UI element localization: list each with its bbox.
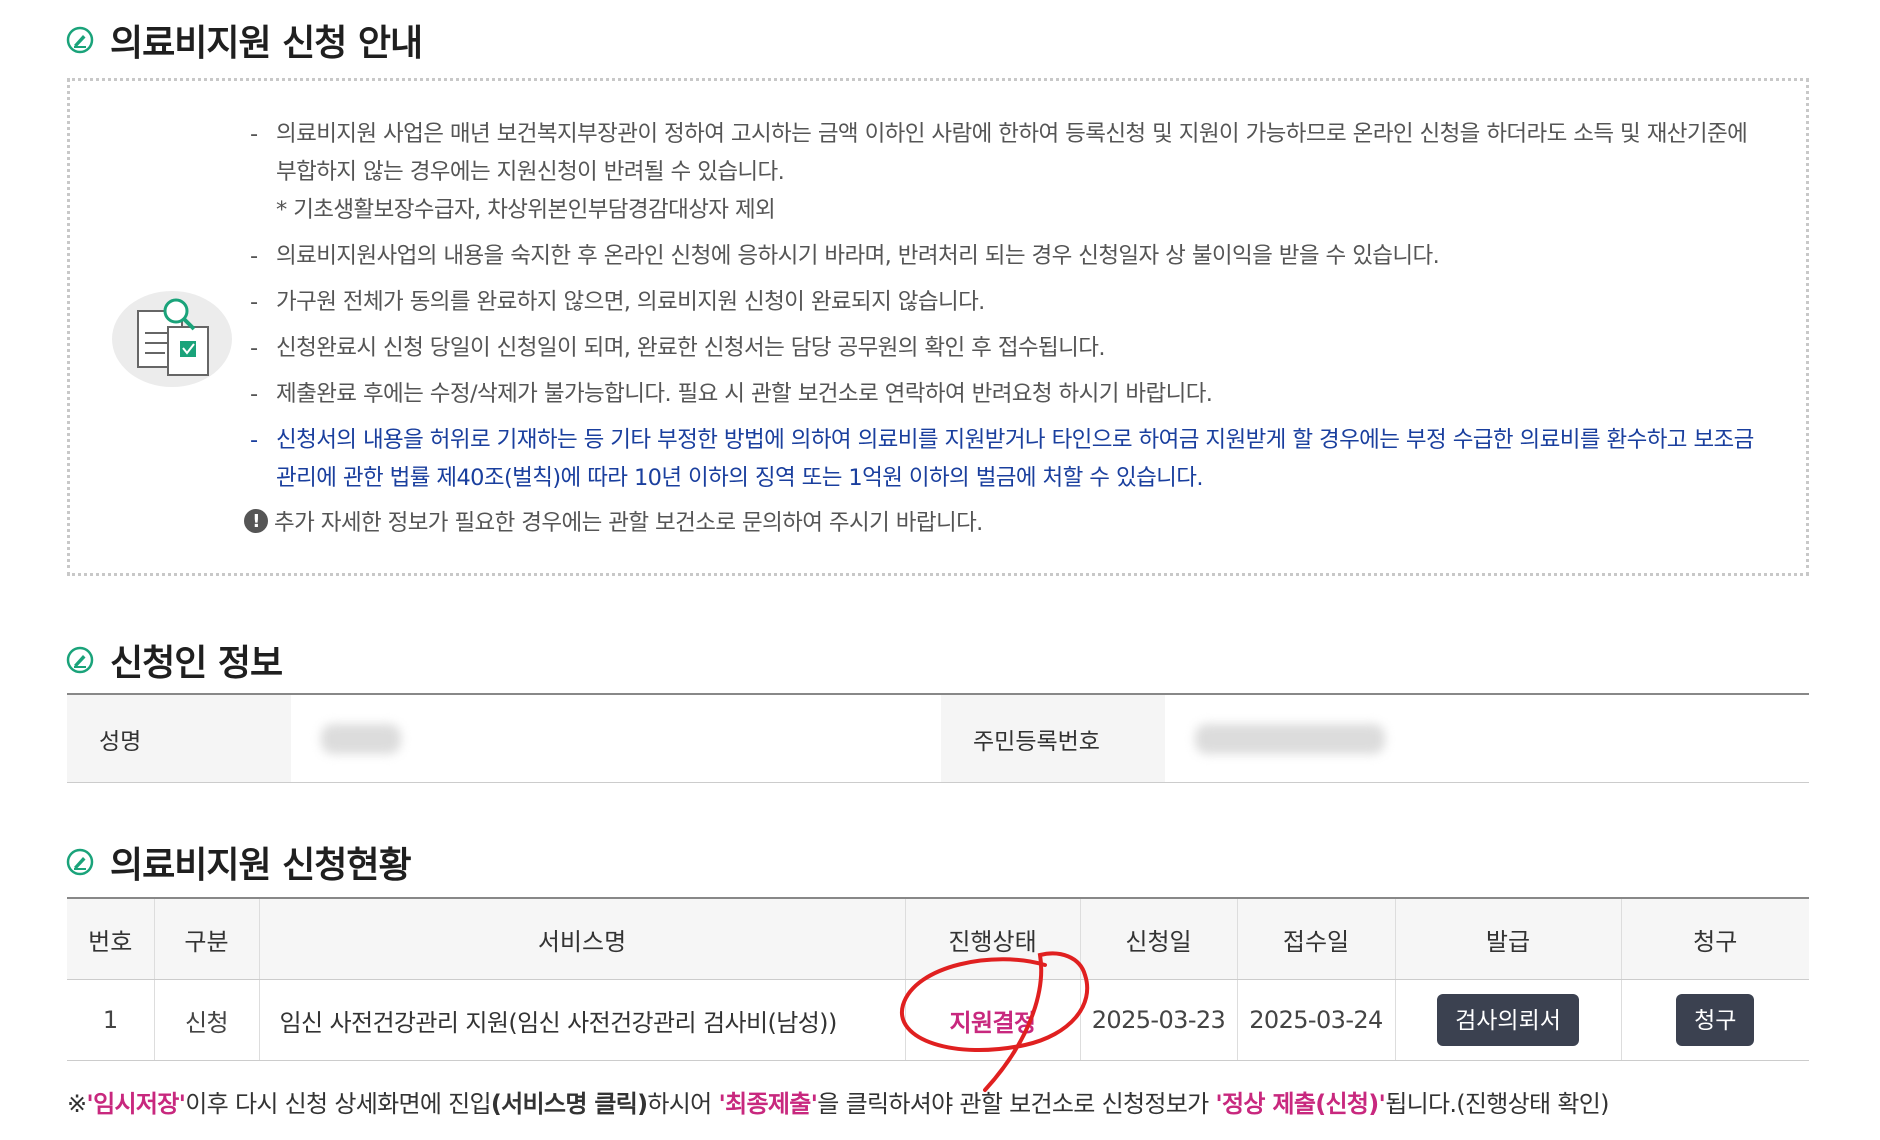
table-header-row: 번호 구분 서비스명 진행상태 신청일 접수일 발급 청구 <box>67 897 1809 980</box>
redacted-id-number <box>1195 723 1385 754</box>
col-header: 청구 <box>1620 897 1809 980</box>
notice-box: - 의료비지원 사업은 매년 보건복지부장관이 정하여 고시하는 금액 이하인 … <box>67 78 1809 576</box>
col-header: 번호 <box>67 897 154 980</box>
notice-title-text: 의료비지원 신청 안내 <box>110 23 423 64</box>
notice-item: - 제출완료 후에는 수정/삭제가 불가능합니다. 필요 시 관할 보건소로 연락… <box>250 381 1213 407</box>
receipt-date: 2025-03-24 <box>1236 979 1395 1061</box>
notice-section-title: 의료비지원 신청 안내 <box>66 14 423 66</box>
applicant-section-title: 신청인 정보 <box>66 634 283 686</box>
col-header: 접수일 <box>1236 897 1395 980</box>
pencil-circle-icon <box>66 26 94 54</box>
page: 의료비지원 신청 안내 - 의료비지원 사업은 매년 보건복지부장관이 정하여 … <box>0 0 1880 1140</box>
claim-button[interactable]: 청구 <box>1676 994 1755 1046</box>
notice-item-sub: * 기초생활보장수급자, 차상위본인부담경감대상자 제외 <box>276 197 776 223</box>
id-number-value <box>1165 695 1809 782</box>
notice-item: - 신청완료시 신청 당일이 신청일이 되며, 완료한 신청서는 담당 공무원의 … <box>250 335 1105 361</box>
footnote: ※'임시저장'이후 다시 신청 상세화면에 진입(서비스명 클릭)하시어 '최종… <box>67 1090 1609 1118</box>
name-value <box>291 695 941 782</box>
pencil-circle-icon <box>66 848 94 876</box>
exclamation-circle-icon: ! <box>244 509 268 533</box>
notice-item-warning: - 신청서의 내용을 허위로 기재하는 등 기타 부정한 방법에 의하여 의료비를… <box>250 427 1754 491</box>
id-number-label: 주민등록번호 <box>941 695 1165 782</box>
apply-date: 2025-03-23 <box>1079 979 1237 1061</box>
test-referral-button[interactable]: 검사의뢰서 <box>1437 994 1579 1046</box>
col-header: 발급 <box>1394 897 1621 980</box>
notice-info-line: ! 추가 자세한 정보가 필요한 경우에는 관할 보건소로 문의하여 주시기 바… <box>244 505 983 537</box>
pencil-circle-icon <box>66 646 94 674</box>
notice-list: - 의료비지원 사업은 매년 보건복지부장관이 정하여 고시하는 금액 이하인 … <box>250 115 1770 505</box>
status-section-title: 의료비지원 신청현황 <box>66 836 412 888</box>
service-name-link[interactable]: 임신 사전건강관리 지원(임신 사전건강관리 검사비(남성)) <box>258 979 905 1061</box>
issue-cell: 검사의뢰서 <box>1394 979 1621 1061</box>
notice-item: - 가구원 전체가 동의를 완료하지 않으면, 의료비지원 신청이 완료되지 않습… <box>250 289 985 315</box>
claim-cell: 청구 <box>1620 979 1809 1061</box>
notice-item: - 의료비지원 사업은 매년 보건복지부장관이 정하여 고시하는 금액 이하인 … <box>250 115 1770 229</box>
col-header: 서비스명 <box>258 897 905 980</box>
col-header: 신청일 <box>1079 897 1237 980</box>
col-header: 진행상태 <box>904 897 1080 980</box>
redacted-name <box>321 723 401 754</box>
status-badge: 지원결정 <box>904 979 1080 1061</box>
status-table: 번호 구분 서비스명 진행상태 신청일 접수일 발급 청구 1 신청 임신 사전… <box>67 897 1809 1061</box>
row-type: 신청 <box>153 979 259 1061</box>
notice-item: - 의료비지원사업의 내용을 숙지한 후 온라인 신청에 응하시기 바라며, 반려… <box>250 243 1440 269</box>
applicant-info-table: 성명 주민등록번호 <box>67 693 1809 783</box>
col-header: 구분 <box>153 897 259 980</box>
name-label: 성명 <box>67 695 291 782</box>
document-search-icon <box>112 291 232 387</box>
table-row: 1 신청 임신 사전건강관리 지원(임신 사전건강관리 검사비(남성)) 지원결… <box>67 979 1809 1061</box>
row-number: 1 <box>67 979 154 1061</box>
